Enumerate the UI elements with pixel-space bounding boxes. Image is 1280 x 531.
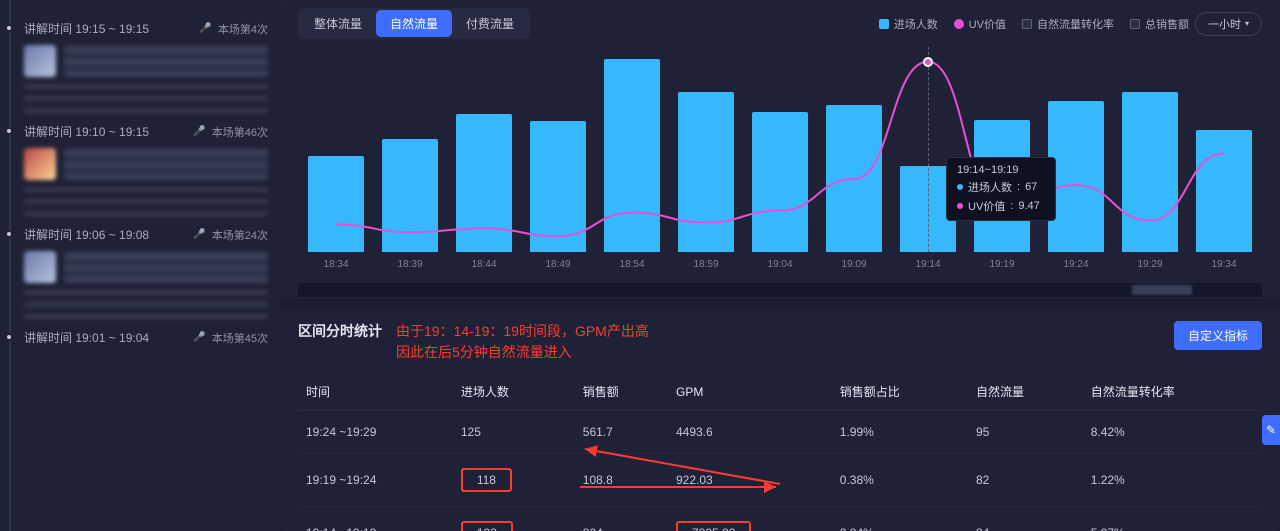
cell-cvr: 8.42% <box>1083 411 1262 454</box>
table-row[interactable]: 19:19 ~19:24118108.8922.030.38%821.22% <box>298 454 1262 507</box>
mic-icon: 🎤 <box>193 229 205 240</box>
cell-cvr: 1.22% <box>1083 454 1262 507</box>
segment-item[interactable]: 讲解时间 19:01 ~ 19:04🎤本场第45次 <box>10 329 268 346</box>
column-header[interactable]: 销售额占比 <box>832 373 968 411</box>
legend-total-sales[interactable]: 总销售额 <box>1130 16 1189 32</box>
chart-bar[interactable]: 19:04 <box>752 112 808 252</box>
chart-area[interactable]: 18:34 18:39 18:44 18:49 18:54 18:59 19:04 19:09… <box>298 47 1262 277</box>
cell-time: 19:24 ~19:29 <box>298 411 453 454</box>
column-header[interactable]: 时间 <box>298 373 453 411</box>
interval-stats-table: 时间进场人数销售额GPM销售额占比自然流量自然流量转化率 19:24 ~19:2… <box>298 373 1262 531</box>
segment-item[interactable]: 讲解时间 19:06 ~ 19:08🎤本场第24次 <box>10 226 268 319</box>
chart-tooltip: 19:14~19:19 进场人数 : 67 UV价值 : 9.47 <box>946 157 1056 221</box>
granularity-select[interactable]: 一小时 ▾ <box>1195 12 1262 36</box>
chart-bar[interactable]: 19:29 <box>1122 92 1178 252</box>
cell-organic: 82 <box>968 454 1083 507</box>
cell-gpm: 4493.6 <box>668 411 832 454</box>
mic-icon: 🎤 <box>193 332 205 343</box>
legend-organic-cvr[interactable]: 自然流量转化率 <box>1022 16 1114 32</box>
custom-metrics-button[interactable]: 自定义指标 <box>1174 321 1262 350</box>
cell-organic: 95 <box>968 411 1083 454</box>
chart-bar[interactable]: 18:39 <box>382 139 438 252</box>
column-header[interactable]: 销售额 <box>575 373 668 411</box>
commentary-sidebar: 讲解时间 19:15 ~ 19:15🎤本场第4次讲解时间 19:10 ~ 19:… <box>0 0 280 531</box>
cell-visitors: 103 <box>453 507 575 531</box>
main-content: 整体流量 自然流量 付费流量 进场人数 UV价值 自然流量转化率 总销售额 一小… <box>280 0 1280 531</box>
chart-bar[interactable]: 19:09 <box>826 105 882 252</box>
tab-organic[interactable]: 自然流量 <box>376 10 452 37</box>
cell-cvr: 5.97% <box>1083 507 1262 531</box>
cell-visitors: 125 <box>453 411 575 454</box>
tooltip-range: 19:14~19:19 <box>957 164 1045 176</box>
chart-legend: 进场人数 UV价值 自然流量转化率 总销售额 <box>879 16 1189 32</box>
time-scrubber[interactable] <box>298 283 1262 297</box>
chart-bar[interactable]: 18:54 <box>604 59 660 252</box>
mic-icon: 🎤 <box>193 126 205 137</box>
legend-visitors[interactable]: 进场人数 <box>879 16 938 32</box>
chart-bar[interactable]: 18:49 <box>530 121 586 252</box>
tab-paid[interactable]: 付费流量 <box>452 10 528 37</box>
segment-item[interactable]: 讲解时间 19:10 ~ 19:15🎤本场第46次 <box>10 123 268 216</box>
table-title: 区间分时统计 <box>298 321 382 341</box>
column-header[interactable]: 自然流量转化率 <box>1083 373 1262 411</box>
chart-bar[interactable]: 18:59 <box>678 92 734 252</box>
chart-bar[interactable]: 18:34 <box>308 156 364 252</box>
cell-share: 2.84% <box>832 507 968 531</box>
column-header[interactable]: GPM <box>668 373 832 411</box>
table-row[interactable]: 19:14 ~19:191038047805.832.84%845.97% <box>298 507 1262 531</box>
cell-sales: 804 <box>575 507 668 531</box>
column-header[interactable]: 进场人数 <box>453 373 575 411</box>
chart-bar[interactable]: 19:24 <box>1048 101 1104 252</box>
chevron-down-icon: ▾ <box>1245 19 1249 28</box>
cell-sales: 108.8 <box>575 454 668 507</box>
segment-item[interactable]: 讲解时间 19:15 ~ 19:15🎤本场第4次 <box>10 20 268 113</box>
cell-sales: 561.7 <box>575 411 668 454</box>
column-header[interactable]: 自然流量 <box>968 373 1083 411</box>
legend-uv-value[interactable]: UV价值 <box>954 16 1006 32</box>
traffic-chart-panel: 整体流量 自然流量 付费流量 进场人数 UV价值 自然流量转化率 总销售额 一小… <box>280 0 1280 299</box>
cell-time: 19:19 ~19:24 <box>298 454 453 507</box>
tab-overall[interactable]: 整体流量 <box>300 10 376 37</box>
cell-organic: 84 <box>968 507 1083 531</box>
cell-share: 0.38% <box>832 454 968 507</box>
chart-bar[interactable]: 18:44 <box>456 114 512 252</box>
annotation-text: 由于19：14-19：19时间段，GPM产出高 因此在后5分钟自然流量进入 <box>396 321 649 363</box>
side-drawer-toggle[interactable]: ✎ <box>1262 415 1280 445</box>
pencil-icon: ✎ <box>1266 423 1276 437</box>
cell-visitors: 118 <box>453 454 575 507</box>
cell-gpm: 922.03 <box>668 454 832 507</box>
chart-bar[interactable]: 19:34 <box>1196 130 1252 252</box>
traffic-tabs: 整体流量 自然流量 付费流量 <box>298 8 530 39</box>
table-row[interactable]: 19:24 ~19:29125561.74493.61.99%958.42% <box>298 411 1262 454</box>
cell-share: 1.99% <box>832 411 968 454</box>
mic-icon: 🎤 <box>199 23 211 34</box>
cell-time: 19:14 ~19:19 <box>298 507 453 531</box>
interval-stats-panel: 区间分时统计 由于19：14-19：19时间段，GPM产出高 因此在后5分钟自然… <box>280 309 1280 531</box>
cell-gpm: 7805.83 <box>668 507 832 531</box>
